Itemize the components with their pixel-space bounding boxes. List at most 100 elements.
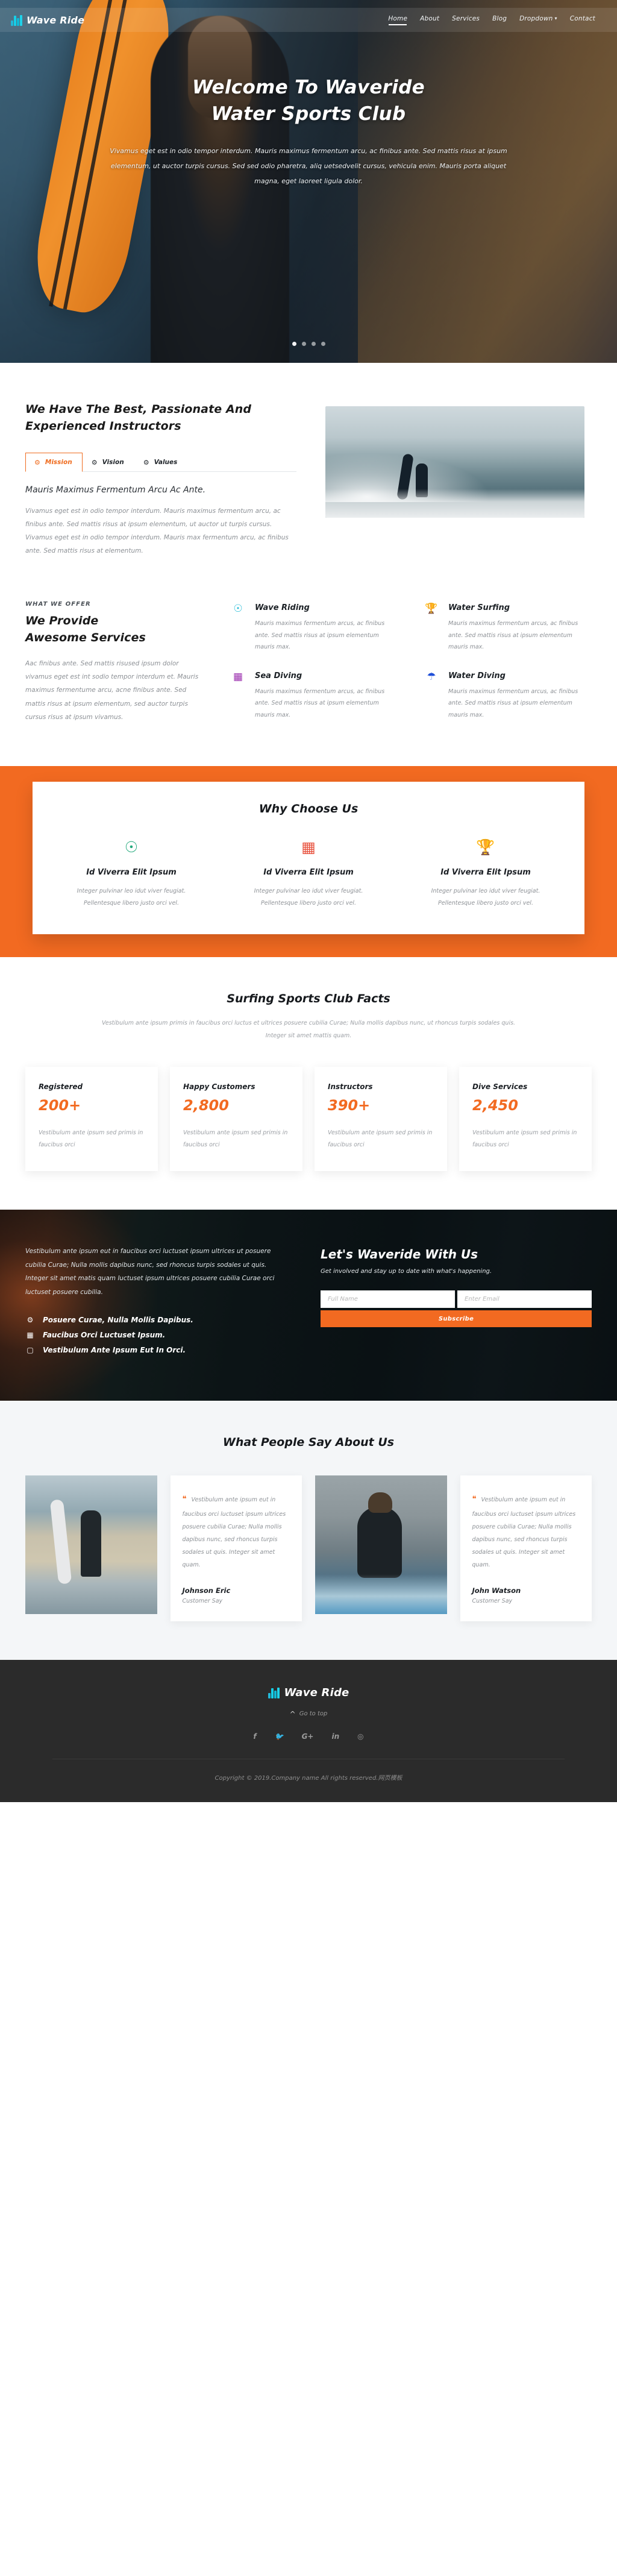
footer-brand-logo[interactable]: Wave Ride [0, 1686, 617, 1699]
fact-label: Happy Customers [183, 1082, 255, 1092]
tab-values[interactable]: ⚙ Values [134, 453, 188, 471]
newsletter-paragraph: Vestibulum ante ipsum eut in faucibus or… [25, 1248, 275, 1296]
fact-card-instructors: Instructors 390+ Vestibulum ante ipsum s… [315, 1067, 447, 1172]
hero-title: Welcome To Waveride Water Sports Club [0, 74, 617, 127]
gears-icon: ⚙ [27, 1316, 34, 1325]
why-item-3[interactable]: 🏆 Id Viverra Elit Ipsum Integer pulvinar… [402, 840, 569, 909]
service-card-water-surfing[interactable]: 🏆 Water Surfing Mauris maximus fermentum… [424, 603, 592, 656]
newsletter-bullet-2: ▦ Faucibus Orci Luctuset Ipsum. [25, 1331, 288, 1339]
quote-icon: ❝ [182, 1495, 187, 1504]
nav-item-about[interactable]: About [420, 15, 439, 25]
services-grid: ☉ Wave Riding Mauris maximus fermentum a… [230, 601, 592, 723]
why-choose-card: Why Choose Us ☉ Id Viverra Elit Ipsum In… [33, 781, 584, 935]
carousel-dot-2[interactable] [301, 342, 306, 346]
accessibility-icon: ☉ [233, 603, 243, 615]
why-item-title: Id Viverra Elit Ipsum [263, 867, 354, 877]
fact-text: Vestibulum ante ipsum sed primis in fauc… [39, 1129, 143, 1148]
hero-paragraph: Vivamus eget est in odio tempor interdum… [110, 147, 507, 185]
testimonials-title: What People Say About Us [222, 1436, 395, 1450]
dribbble-icon[interactable]: ◎ [357, 1732, 363, 1741]
newsletter-lede: Get involved and stay up to date with wh… [321, 1268, 492, 1275]
nav-item-services[interactable]: Services [452, 15, 480, 25]
service-title: Sea Diving [255, 671, 302, 680]
fact-text: Vestibulum ante ipsum sed primis in fauc… [183, 1129, 288, 1148]
testimonial-text-wrapper: ❝ Vestibulum ante ipsum eut in faucibus … [472, 1491, 580, 1571]
carousel-dot-1[interactable] [292, 342, 296, 346]
services-title-line2: Awesome Services [25, 630, 146, 644]
hero-title-line1: Welcome To Waveride [192, 77, 425, 98]
email-input[interactable] [457, 1290, 592, 1308]
box-icon: ▢ [27, 1346, 34, 1355]
full-name-input[interactable] [321, 1290, 455, 1308]
services-section: WHAT WE OFFER We Provide Awesome Service… [0, 601, 617, 765]
linkedin-icon[interactable]: in [331, 1732, 339, 1741]
service-title: Wave Riding [255, 603, 310, 613]
why-item-title: Id Viverra Elit Ipsum [440, 867, 531, 877]
trophy-icon: 🏆 [425, 603, 438, 615]
about-image [325, 406, 584, 518]
testimonial-author-role: Customer Say [472, 1597, 513, 1604]
sea-foam-graphic [325, 489, 584, 518]
why-items-grid: ☉ Id Viverra Elit Ipsum Integer pulvinar… [48, 840, 569, 909]
water-splash-graphic [315, 1574, 447, 1615]
facts-grid: Registered 200+ Vestibulum ante ipsum se… [25, 1067, 592, 1172]
google-plus-icon[interactable]: G+ [302, 1732, 314, 1741]
abacus-icon: ▦ [233, 670, 243, 683]
surfer-figure-graphic [357, 1492, 402, 1579]
testimonial-author-name: Johnson Eric [182, 1586, 231, 1595]
testimonial-quote: Vestibulum ante ipsum eut in faucibus or… [472, 1497, 576, 1568]
newsletter-bullet-text: Faucibus Orci Luctuset Ipsum. [43, 1331, 166, 1340]
service-card-water-diving[interactable]: ☂ Water Diving Mauris maximus fermentum … [424, 671, 592, 724]
fact-value: 390+ [328, 1097, 371, 1114]
fact-value: 2,450 [472, 1097, 518, 1114]
service-card-sea-diving[interactable]: ▦ Sea Diving Mauris maximus fermentum ar… [230, 671, 398, 724]
fact-label: Dive Services [472, 1082, 528, 1092]
why-item-1[interactable]: ☉ Id Viverra Elit Ipsum Integer pulvinar… [48, 840, 215, 909]
facebook-icon[interactable]: f [253, 1732, 256, 1741]
why-item-2[interactable]: ▦ Id Viverra Elit Ipsum Integer pulvinar… [225, 840, 392, 909]
tab-values-label: Values [154, 459, 178, 467]
carousel-dots[interactable] [0, 342, 617, 346]
fact-text: Vestibulum ante ipsum sed primis in fauc… [472, 1129, 577, 1148]
subscribe-button[interactable]: Subscribe [321, 1310, 592, 1328]
brand-logo[interactable]: Wave Ride [11, 14, 84, 26]
fact-value: 2,800 [183, 1097, 229, 1114]
why-item-text: Integer pulvinar leo idut viver feugiat.… [77, 887, 186, 906]
facts-title: Surfing Sports Club Facts [227, 992, 390, 1006]
newsletter-bullet-text: Vestibulum Ante Ipsum Eut In Orci. [43, 1346, 186, 1355]
why-item-title: Id Viverra Elit Ipsum [86, 867, 177, 877]
twitter-icon[interactable]: 🐦 [275, 1732, 284, 1741]
footer-copyright: Copyright © 2019.Company name All rights… [52, 1758, 565, 1782]
testimonial-photo-1 [25, 1475, 157, 1615]
fact-label: Instructors [328, 1082, 373, 1092]
nav-item-dropdown[interactable]: Dropdown ▾ [519, 15, 557, 25]
tab-mission[interactable]: ⚙ Mission [25, 453, 83, 473]
go-to-top-link[interactable]: ^ Go to top [290, 1710, 328, 1718]
why-item-text: Integer pulvinar leo idut viver feugiat.… [431, 887, 540, 906]
gears-icon: ⚙ [91, 458, 98, 467]
nav-item-contact[interactable]: Contact [570, 15, 595, 25]
umbrella-icon: ☂ [427, 670, 436, 683]
why-item-text: Integer pulvinar leo idut viver feugiat.… [254, 887, 363, 906]
services-title-line1: We Provide [25, 614, 99, 628]
gears-icon: ⚙ [34, 458, 40, 467]
newsletter-left: Vestibulum ante ipsum eut in faucibus or… [25, 1245, 288, 1361]
fact-value: 200+ [39, 1097, 81, 1114]
carousel-dot-4[interactable] [321, 342, 325, 346]
testimonial-quote: Vestibulum ante ipsum eut in faucibus or… [182, 1497, 286, 1568]
carousel-dot-3[interactable] [311, 342, 316, 346]
nav-item-blog[interactable]: Blog [492, 15, 507, 25]
brand-name: Wave Ride [27, 14, 85, 26]
fact-card-happy-customers: Happy Customers 2,800 Vestibulum ante ip… [170, 1067, 302, 1172]
service-title: Water Diving [448, 671, 506, 680]
nav-item-home[interactable]: Home [388, 15, 407, 25]
fact-card-dive-services: Dive Services 2,450 Vestibulum ante ipsu… [459, 1067, 592, 1172]
facts-subtitle: Vestibulum ante ipsum primis in faucibus… [101, 1020, 516, 1040]
services-title: We Provide Awesome Services [25, 613, 206, 646]
testimonial-author-role: Customer Say [182, 1597, 223, 1604]
chevron-up-icon: ^ [289, 1709, 296, 1718]
tab-vision[interactable]: ⚙ Vision [83, 453, 134, 471]
service-card-wave-riding[interactable]: ☉ Wave Riding Mauris maximus fermentum a… [230, 603, 398, 656]
footer-brand-name: Wave Ride [284, 1686, 349, 1699]
why-choose-us-section: Why Choose Us ☉ Id Viverra Elit Ipsum In… [0, 765, 617, 958]
